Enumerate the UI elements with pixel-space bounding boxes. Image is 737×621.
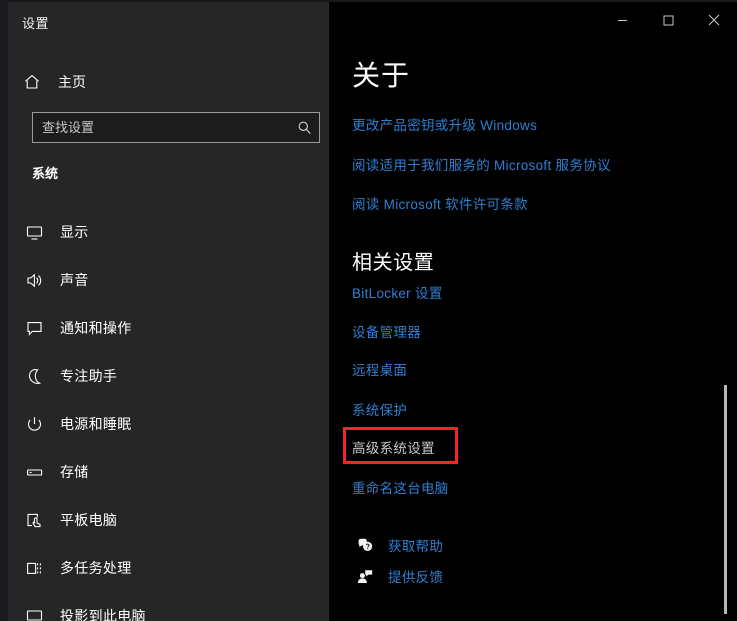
storage-icon xyxy=(8,463,60,482)
related-settings-heading: 相关设置 xyxy=(352,252,435,274)
window-controls xyxy=(599,2,737,38)
help-bubble-icon xyxy=(352,537,378,554)
sidebar-item-tablet[interactable]: 平板电脑 xyxy=(8,496,328,544)
sidebar-item-projecting[interactable]: 投影到此电脑 xyxy=(8,592,328,621)
sidebar-item-home[interactable]: 主页 xyxy=(8,64,328,100)
sidebar: 主页 系统 xyxy=(8,2,329,621)
content-panel: 关于 更改产品密钥或升级 Windows 阅读适用于我们服务的 Microsof… xyxy=(329,2,737,621)
sidebar-nav-list: 显示 声音 通知和操作 专注助手 电源和睡眠 存储 平板电脑 多任务处理 投影到… xyxy=(8,208,328,621)
sidebar-item-label: 投影到此电脑 xyxy=(60,608,146,621)
maximize-icon[interactable] xyxy=(645,2,691,38)
sidebar-section-title: 系统 xyxy=(32,166,59,181)
sidebar-item-multitasking[interactable]: 多任务处理 xyxy=(8,544,328,592)
sidebar-item-power-sleep[interactable]: 电源和睡眠 xyxy=(8,400,328,448)
link-device-manager[interactable]: 设备管理器 xyxy=(352,321,421,341)
link-microsoft-software-license[interactable]: 阅读 Microsoft 软件许可条款 xyxy=(352,193,528,213)
search-input[interactable] xyxy=(33,119,289,136)
title-bar: 设置 xyxy=(8,2,737,42)
link-microsoft-services-agreement[interactable]: 阅读适用于我们服务的 Microsoft 服务协议 xyxy=(352,154,611,174)
search-icon[interactable] xyxy=(289,120,319,135)
window-title: 设置 xyxy=(22,16,50,31)
power-icon xyxy=(8,415,60,434)
monitor-icon xyxy=(8,223,60,242)
tablet-icon xyxy=(8,511,60,530)
link-system-protection[interactable]: 系统保护 xyxy=(352,399,407,419)
highlight-box-advanced-system-settings xyxy=(343,427,458,464)
content-scrollbar[interactable] xyxy=(719,42,731,614)
close-icon[interactable] xyxy=(691,2,737,38)
link-get-help[interactable]: 获取帮助 xyxy=(352,535,443,555)
sidebar-item-label: 显示 xyxy=(60,224,89,240)
settings-window: 主页 系统 xyxy=(8,2,737,621)
link-rename-this-pc[interactable]: 重命名这台电脑 xyxy=(352,477,449,497)
feedback-person-icon xyxy=(352,568,378,585)
projection-icon xyxy=(8,607,60,621)
sidebar-item-label: 声音 xyxy=(60,272,89,288)
moon-icon xyxy=(8,367,60,386)
sidebar-item-label: 通知和操作 xyxy=(60,320,132,336)
sidebar-item-display[interactable]: 显示 xyxy=(8,208,328,256)
link-change-product-key[interactable]: 更改产品密钥或升级 Windows xyxy=(352,114,537,134)
sidebar-home-label: 主页 xyxy=(58,74,86,90)
sidebar-item-sound[interactable]: 声音 xyxy=(8,256,328,304)
sidebar-item-label: 电源和睡眠 xyxy=(60,416,132,432)
search-box[interactable] xyxy=(32,112,320,143)
give-feedback-label: 提供反馈 xyxy=(388,570,444,585)
get-help-label: 获取帮助 xyxy=(388,539,444,554)
speaker-icon xyxy=(8,271,60,290)
sidebar-item-label: 多任务处理 xyxy=(60,560,132,576)
sidebar-item-notifications[interactable]: 通知和操作 xyxy=(8,304,328,352)
sidebar-item-label: 平板电脑 xyxy=(60,512,118,528)
notification-icon xyxy=(8,319,60,338)
settings-app: 主页 系统 xyxy=(0,0,737,621)
sidebar-item-label: 专注助手 xyxy=(60,368,118,384)
link-give-feedback[interactable]: 提供反馈 xyxy=(352,566,443,586)
page-title: 关于 xyxy=(352,60,411,91)
sidebar-item-label: 存储 xyxy=(60,464,89,480)
scrollbar-thumb[interactable] xyxy=(724,385,727,614)
sidebar-item-focus-assist[interactable]: 专注助手 xyxy=(8,352,328,400)
link-remote-desktop[interactable]: 远程桌面 xyxy=(352,359,407,379)
minimize-icon[interactable] xyxy=(599,2,645,38)
sidebar-item-storage[interactable]: 存储 xyxy=(8,448,328,496)
multitask-icon xyxy=(8,559,60,578)
link-bitlocker-settings[interactable]: BitLocker 设置 xyxy=(352,282,443,302)
home-icon xyxy=(8,73,56,91)
